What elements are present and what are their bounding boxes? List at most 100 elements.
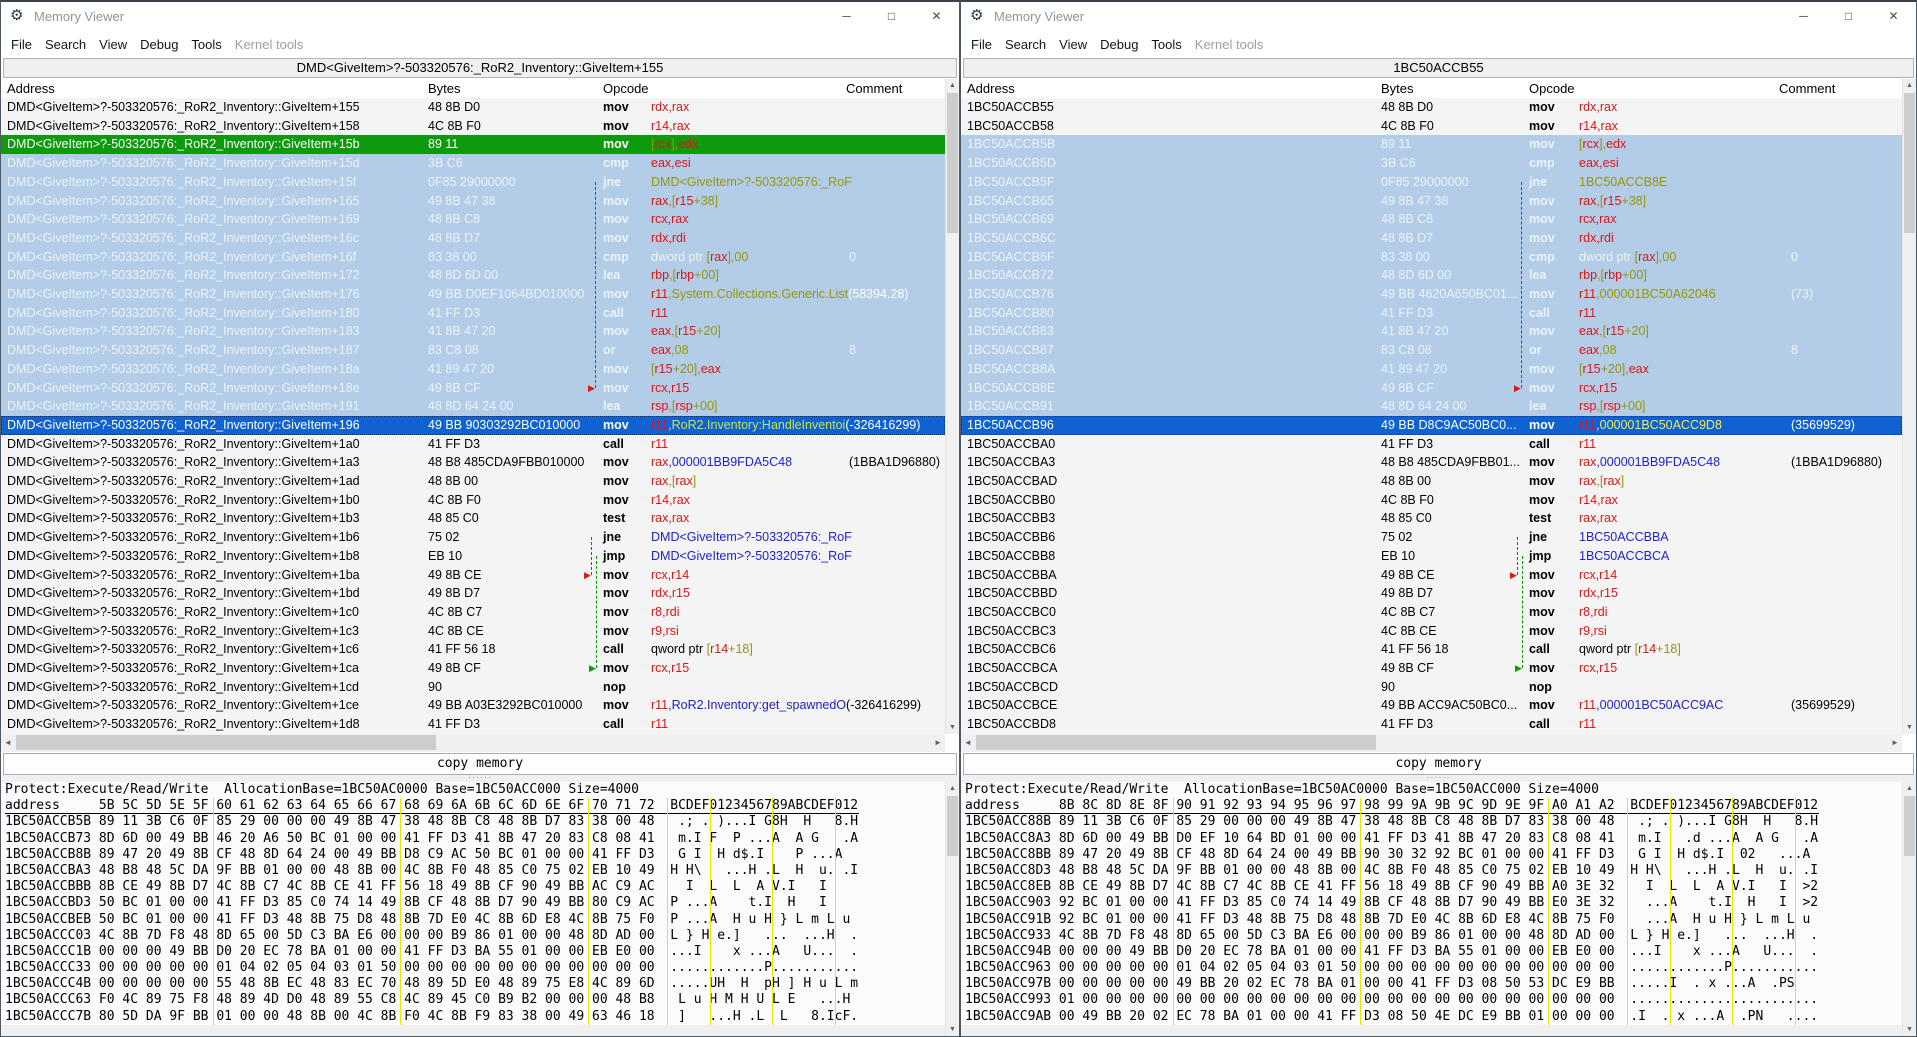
- column-header-bytes[interactable]: Bytes: [428, 81, 461, 96]
- hex-vertical-scrollbar[interactable]: ▲ ▼: [1902, 782, 1916, 1036]
- hex-vertical-scrollbar[interactable]: ▲ ▼: [945, 782, 959, 1036]
- disasm-row[interactable]: DMD<GiveItem>?-503320576:_RoR2_Inventory…: [1, 678, 945, 697]
- hex-row[interactable]: 1BC50ACC91B 92 BC 01 00 00 41 FF D3 48 8…: [965, 912, 1902, 928]
- disasm-row[interactable]: DMD<GiveItem>?-503320576:_RoR2_Inventory…: [1, 528, 945, 547]
- hex-row[interactable]: 1BC50ACCB8B 89 47 20 49 8B CF 48 8D 64 2…: [5, 847, 945, 863]
- scroll-thumb[interactable]: [947, 93, 958, 233]
- disasm-row[interactable]: 1BC50ACCB6F83 38 00cmpdword ptr [rax],00…: [961, 248, 1902, 267]
- disasm-row[interactable]: DMD<GiveItem>?-503320576:_RoR2_Inventory…: [1, 304, 945, 323]
- minimize-button[interactable]: ─: [1781, 2, 1826, 30]
- disasm-row[interactable]: DMD<GiveItem>?-503320576:_RoR2_Inventory…: [1, 416, 945, 435]
- disasm-row[interactable]: 1BC50ACCB5548 8B D0movrdx,rax: [961, 98, 1902, 117]
- menu-item-tools[interactable]: Tools: [1151, 37, 1181, 52]
- hex-row[interactable]: 1BC50ACC993 01 00 00 00 00 00 00 00 00 0…: [965, 992, 1902, 1008]
- disasm-horizontal-scrollbar[interactable]: ◄ ►: [961, 734, 1902, 752]
- disasm-row[interactable]: 1BC50ACCB7248 8D 6D 00learbp,[rbp+00]: [961, 266, 1902, 285]
- disasm-row[interactable]: DMD<GiveItem>?-503320576:_RoR2_Inventory…: [1, 715, 945, 734]
- hex-row[interactable]: 1BC50ACC97B 00 00 00 00 00 49 BB 20 02 E…: [965, 976, 1902, 992]
- disasm-row[interactable]: 1BC50ACCB5D3B C6cmpeax,esi: [961, 154, 1902, 173]
- column-header-opcode[interactable]: Opcode: [603, 81, 649, 96]
- disasm-row[interactable]: DMD<GiveItem>?-503320576:_RoR2_Inventory…: [1, 322, 945, 341]
- disasm-row[interactable]: DMD<GiveItem>?-503320576:_RoR2_Inventory…: [1, 248, 945, 267]
- disasm-row[interactable]: 1BC50ACCBCE49 BB ACC9AC50BC0...movr11,00…: [961, 696, 1902, 715]
- scroll-up-icon[interactable]: ▲: [946, 82, 959, 89]
- titlebar[interactable]: ⚙ Memory Viewer ─ □ ✕: [961, 2, 1916, 31]
- hex-row[interactable]: 1BC50ACCBBB 8B CE 49 8B D7 4C 8B C7 4C 8…: [5, 879, 945, 895]
- disasm-row[interactable]: DMD<GiveItem>?-503320576:_RoR2_Inventory…: [1, 98, 945, 117]
- menu-item-file[interactable]: File: [971, 37, 992, 52]
- menu-item-debug[interactable]: Debug: [1100, 37, 1138, 52]
- hex-row[interactable]: 1BC50ACC8D3 48 B8 48 5C DA 9F BB 01 00 0…: [965, 863, 1902, 879]
- disasm-row[interactable]: DMD<GiveItem>?-503320576:_RoR2_Inventory…: [1, 135, 945, 154]
- scroll-up-icon[interactable]: ▲: [1903, 785, 1916, 792]
- disasm-row[interactable]: 1BC50ACCBC641 FF 56 18callqword ptr [r14…: [961, 640, 1902, 659]
- scroll-down-icon[interactable]: ▼: [1903, 724, 1916, 731]
- disasm-row[interactable]: DMD<GiveItem>?-503320576:_RoR2_Inventory…: [1, 547, 945, 566]
- disasm-row[interactable]: DMD<GiveItem>?-503320576:_RoR2_Inventory…: [1, 360, 945, 379]
- disasm-row[interactable]: 1BC50ACCBA348 B8 485CDA9FBB01...movrax,0…: [961, 453, 1902, 472]
- hex-row[interactable]: 1BC50ACCC7B 80 5D DA 9F BB 01 00 00 48 8…: [5, 1009, 945, 1025]
- disasm-row[interactable]: 1BC50ACCBB348 85 C0testrax,rax: [961, 509, 1902, 528]
- maximize-button[interactable]: □: [1826, 2, 1871, 30]
- menu-item-tools[interactable]: Tools: [191, 37, 221, 52]
- hex-view[interactable]: Protect:Execute/Read/Write AllocationBas…: [961, 782, 1902, 1036]
- disasm-row[interactable]: 1BC50ACCBB8EB 10jmp1BC50ACCBCA: [961, 547, 1902, 566]
- scroll-right-icon[interactable]: ►: [1888, 734, 1902, 751]
- disasm-row[interactable]: 1BC50ACCBAD48 8B 00movrax,[rax]: [961, 472, 1902, 491]
- scroll-thumb[interactable]: [1904, 796, 1915, 856]
- close-button[interactable]: ✕: [914, 2, 959, 30]
- disasm-row[interactable]: DMD<GiveItem>?-503320576:_RoR2_Inventory…: [1, 472, 945, 491]
- disasm-row[interactable]: 1BC50ACCBC34C 8B CEmovr9,rsi: [961, 622, 1902, 641]
- menu-item-search[interactable]: Search: [45, 37, 86, 52]
- scroll-thumb[interactable]: [947, 796, 958, 856]
- hex-row[interactable]: 1BC50ACC8BB 89 47 20 49 8B CF 48 8D 64 2…: [965, 847, 1902, 863]
- hex-row[interactable]: 1BC50ACCB5B 89 11 3B C6 0F 85 29 00 00 0…: [5, 814, 945, 830]
- scroll-thumb[interactable]: [1904, 93, 1915, 233]
- close-button[interactable]: ✕: [1871, 2, 1916, 30]
- menu-item-view[interactable]: View: [99, 37, 127, 52]
- disasm-row[interactable]: DMD<GiveItem>?-503320576:_RoR2_Inventory…: [1, 192, 945, 211]
- column-header-comment[interactable]: Comment: [846, 81, 902, 96]
- scroll-left-icon[interactable]: ◄: [1, 734, 15, 751]
- disasm-vertical-scrollbar[interactable]: ▲ ▼: [945, 79, 959, 734]
- disasm-row[interactable]: 1BC50ACCBB04C 8B F0movr14,rax: [961, 491, 1902, 510]
- disasm-row[interactable]: 1BC50ACCB9649 BB D8C9AC50BC0...movr11,00…: [961, 416, 1902, 435]
- disasm-row[interactable]: 1BC50ACCBC04C 8B C7movr8,rdi: [961, 603, 1902, 622]
- scroll-thumb[interactable]: [976, 735, 1376, 750]
- column-header-address[interactable]: Address: [967, 81, 1015, 96]
- minimize-button[interactable]: ─: [824, 2, 869, 30]
- column-header-address[interactable]: Address: [7, 81, 55, 96]
- address-bar[interactable]: 1BC50ACCB55: [963, 58, 1914, 78]
- disasm-row[interactable]: 1BC50ACCBCA49 8B CFmovrcx,r15: [961, 659, 1902, 678]
- disasm-row[interactable]: DMD<GiveItem>?-503320576:_RoR2_Inventory…: [1, 659, 945, 678]
- menu-item-view[interactable]: View: [1059, 37, 1087, 52]
- disasm-row[interactable]: 1BC50ACCB8341 8B 47 20moveax,[r15+20]: [961, 322, 1902, 341]
- disasm-row[interactable]: DMD<GiveItem>?-503320576:_RoR2_Inventory…: [1, 229, 945, 248]
- hex-row[interactable]: 1BC50ACCBD3 50 BC 01 00 00 41 FF D3 85 C…: [5, 895, 945, 911]
- hex-row[interactable]: 1BC50ACC903 92 BC 01 00 00 41 FF D3 85 C…: [965, 895, 1902, 911]
- disasm-row[interactable]: 1BC50ACCB5B89 11mov[rcx],edx: [961, 135, 1902, 154]
- disasm-row[interactable]: 1BC50ACCBCD90nop: [961, 678, 1902, 697]
- maximize-button[interactable]: □: [869, 2, 914, 30]
- disasm-row[interactable]: 1BC50ACCBB675 02jne1BC50ACCBBA: [961, 528, 1902, 547]
- disasm-row[interactable]: DMD<GiveItem>?-503320576:_RoR2_Inventory…: [1, 117, 945, 136]
- disasm-vertical-scrollbar[interactable]: ▲ ▼: [1902, 79, 1916, 734]
- disasm-row[interactable]: 1BC50ACCB584C 8B F0movr14,rax: [961, 117, 1902, 136]
- disasm-row[interactable]: 1BC50ACCB8A41 89 47 20mov[r15+20],eax: [961, 360, 1902, 379]
- hex-row[interactable]: 1BC50ACCBA3 48 B8 48 5C DA 9F BB 01 00 0…: [5, 863, 945, 879]
- disasm-row[interactable]: DMD<GiveItem>?-503320576:_RoR2_Inventory…: [1, 603, 945, 622]
- splitter-handle[interactable]: ······: [1, 775, 959, 782]
- disasm-row[interactable]: DMD<GiveItem>?-503320576:_RoR2_Inventory…: [1, 173, 945, 192]
- disasm-row[interactable]: 1BC50ACCB6948 8B C8movrcx,rax: [961, 210, 1902, 229]
- scroll-up-icon[interactable]: ▲: [1903, 82, 1916, 89]
- disasm-row[interactable]: 1BC50ACCBD841 FF D3callr11: [961, 715, 1902, 734]
- scroll-down-icon[interactable]: ▼: [946, 1026, 959, 1033]
- menu-item-search[interactable]: Search: [1005, 37, 1046, 52]
- menu-item-kernel-tools[interactable]: Kernel tools: [235, 37, 304, 52]
- column-header-bytes[interactable]: Bytes: [1381, 81, 1414, 96]
- disasm-row[interactable]: 1BC50ACCB7649 BB 4620A650BC01...movr11,0…: [961, 285, 1902, 304]
- disasm-row[interactable]: 1BC50ACCB6549 8B 47 38movrax,[r15+38]: [961, 192, 1902, 211]
- column-header-opcode[interactable]: Opcode: [1529, 81, 1575, 96]
- hex-row[interactable]: 1BC50ACCBEB 50 BC 01 00 00 41 FF D3 48 8…: [5, 912, 945, 928]
- scroll-down-icon[interactable]: ▼: [946, 724, 959, 731]
